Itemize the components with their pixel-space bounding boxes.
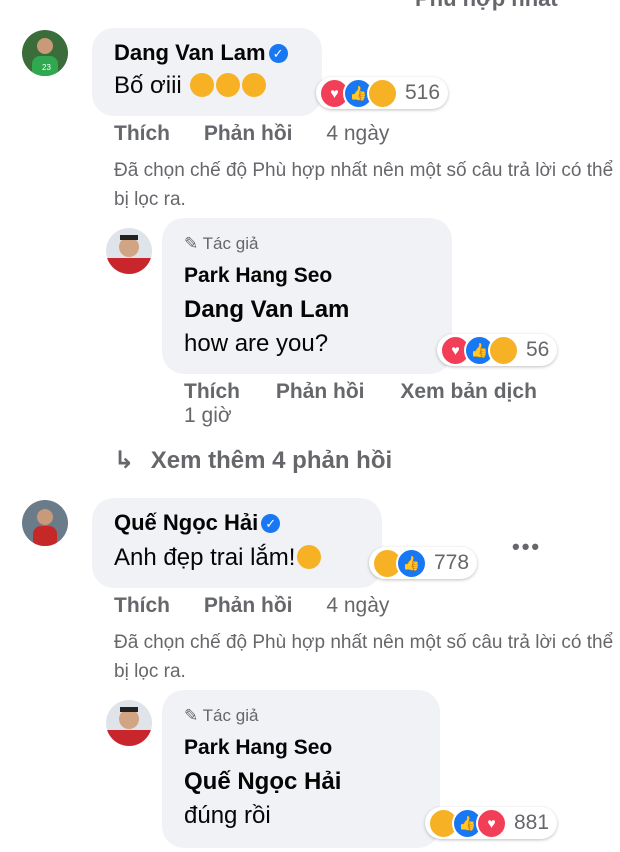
- comment-text-content: Bố ơiii: [114, 72, 182, 99]
- sort-filter-label[interactable]: Phù hợp nhất: [415, 0, 558, 12]
- reply-author[interactable]: Park Hang Seo: [184, 264, 332, 288]
- reply-button[interactable]: Phản hồi: [204, 594, 293, 617]
- author-tag-label: Tác giả: [202, 706, 259, 725]
- reaction-summary[interactable]: 👍 ♥ 881: [425, 807, 558, 839]
- comment-bubble: Quế Ngọc Hải ✓ Anh đẹp trai lắm!: [92, 498, 382, 588]
- like-button[interactable]: Thích: [114, 594, 170, 617]
- smiling-face-with-hearts-icon: [190, 73, 215, 97]
- pencil-icon: ✎: [184, 706, 203, 725]
- like-button[interactable]: Thích: [184, 380, 240, 403]
- comment-text-content: Anh đẹp trai lắm!: [114, 544, 296, 571]
- author-tag: ✎ Tác giả: [184, 706, 258, 726]
- smiling-face-with-hearts-icon: [242, 73, 267, 97]
- reaction-summary[interactable]: 👍 778: [369, 547, 478, 579]
- reaction-count: 881: [514, 811, 550, 834]
- reply-author[interactable]: Park Hang Seo: [184, 736, 332, 760]
- care-reaction-icon: [367, 77, 398, 109]
- like-reaction-icon: 👍: [396, 547, 427, 579]
- avatar-que-ngoc-hai[interactable]: [22, 500, 68, 546]
- smiling-face-with-hearts-icon: [216, 73, 241, 97]
- reaction-count: 516: [405, 81, 441, 104]
- reply-bubble: ✎ Tác giả Park Hang Seo Dang Van Lam how…: [162, 218, 452, 374]
- more-options-icon[interactable]: •••: [512, 534, 541, 560]
- author-tag-label: Tác giả: [202, 234, 259, 253]
- comment-bubble: Dang Van Lam ✓ Bố ơiii: [92, 28, 322, 116]
- comment-author[interactable]: Dang Van Lam: [114, 40, 266, 65]
- reaction-summary[interactable]: ♥ 👍 56: [437, 334, 558, 366]
- filter-notice: Đã chọn chế độ Phù hợp nhất nên một số c…: [114, 160, 614, 210]
- comment-timestamp[interactable]: 4 ngày: [326, 594, 389, 617]
- reply-text: how are you?: [184, 330, 329, 357]
- avatar-park-hang-seo[interactable]: [106, 700, 152, 746]
- comment-author[interactable]: Quế Ngọc Hải: [114, 510, 258, 535]
- avatar-park-hang-seo[interactable]: [106, 228, 152, 274]
- comment-text: Bố ơiii: [114, 72, 267, 100]
- reply-text: đúng rồi: [184, 802, 271, 829]
- face-with-hand-over-mouth-icon: [297, 545, 322, 569]
- author-tag: ✎ Tác giả: [184, 234, 258, 254]
- see-translation-button[interactable]: Xem bản dịch: [400, 380, 537, 403]
- comment-actions: Thích Phản hồi 4 ngày: [114, 122, 389, 146]
- verified-badge-icon: ✓: [268, 44, 288, 63]
- reaction-count: 778: [434, 551, 470, 574]
- filter-notice: Đã chọn chế độ Phù hợp nhất nên một số c…: [114, 632, 614, 682]
- reply-timestamp[interactable]: 1 giờ: [184, 404, 232, 428]
- verified-badge-icon: ✓: [261, 514, 281, 533]
- comment-timestamp[interactable]: 4 ngày: [326, 122, 389, 145]
- svg-text:23: 23: [42, 63, 51, 72]
- view-more-replies-label: Xem thêm 4 phản hồi: [150, 447, 393, 474]
- care-reaction-icon: [488, 334, 519, 366]
- reply-arrow-icon: ↳: [114, 447, 135, 474]
- reply-actions: Thích Phản hồi Xem bản dịch: [184, 380, 537, 404]
- mention-tag[interactable]: Dang Van Lam: [184, 296, 349, 324]
- comment-actions: Thích Phản hồi 4 ngày: [114, 594, 389, 618]
- comment-text: Anh đẹp trai lắm!: [114, 544, 322, 572]
- reaction-summary[interactable]: ♥ 👍 516: [316, 77, 449, 109]
- reply-bubble: ✎ Tác giả Park Hang Seo Quế Ngọc Hải đún…: [162, 690, 440, 848]
- pencil-icon: ✎: [184, 234, 203, 253]
- love-reaction-icon: ♥: [476, 807, 507, 839]
- view-more-replies-link[interactable]: ↳ Xem thêm 4 phản hồi: [114, 446, 392, 475]
- avatar-dang-van-lam[interactable]: 23: [22, 30, 68, 76]
- reply-button[interactable]: Phản hồi: [276, 380, 365, 403]
- reply-button[interactable]: Phản hồi: [204, 122, 293, 145]
- mention-tag[interactable]: Quế Ngọc Hải: [184, 768, 341, 796]
- like-button[interactable]: Thích: [114, 122, 170, 145]
- reaction-count: 56: [526, 338, 550, 361]
